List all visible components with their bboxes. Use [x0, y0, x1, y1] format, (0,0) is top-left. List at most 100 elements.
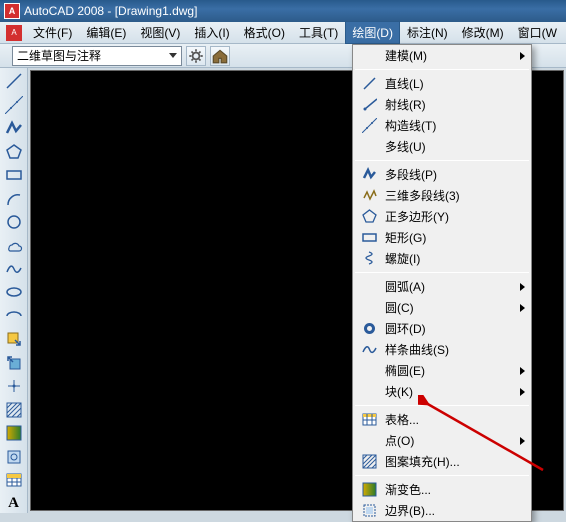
menu-item-label: 射线(R) [385, 96, 525, 113]
app-icon: A [4, 3, 20, 19]
menu-item-椭圆E[interactable]: 椭圆(E) [353, 360, 531, 381]
gear-icon[interactable] [186, 46, 206, 66]
menu-item-射线R[interactable]: 射线(R) [353, 94, 531, 115]
point-tool[interactable] [3, 377, 25, 395]
menu-item-label: 图案填充(H)... [385, 453, 525, 470]
ellipse-tool[interactable] [3, 283, 25, 301]
menu-item-点O[interactable]: 点(O) [353, 430, 531, 451]
menu-item-label: 三维多段线(3) [385, 187, 525, 204]
menu-插入I[interactable]: 插入(I) [187, 21, 236, 44]
menu-item-样条曲线S[interactable]: 样条曲线(S) [353, 339, 531, 360]
menu-item-label: 构造线(T) [385, 117, 525, 134]
menu-item-圆环D[interactable]: 圆环(D) [353, 318, 531, 339]
menu-separator [355, 475, 529, 476]
menu-item-label: 块(K) [385, 383, 520, 400]
region-tool[interactable] [3, 448, 25, 466]
menu-item-label: 边界(B)... [385, 502, 525, 519]
gradient-icon [359, 481, 379, 499]
rect-tool[interactable] [3, 166, 25, 184]
hatch-tool[interactable] [3, 401, 25, 419]
menu-item-label: 矩形(G) [385, 229, 525, 246]
menu-item-三维多段线3[interactable]: 三维多段线(3) [353, 185, 531, 206]
submenu-arrow-icon [520, 52, 525, 60]
menu-item-label: 直线(L) [385, 75, 525, 92]
circle-tool[interactable] [3, 213, 25, 231]
window-title: AutoCAD 2008 - [Drawing1.dwg] [24, 4, 197, 18]
menu-item-块K[interactable]: 块(K) [353, 381, 531, 402]
menu-separator [355, 160, 529, 161]
blank-icon [359, 278, 379, 296]
blank-icon [359, 383, 379, 401]
insert-block-tool[interactable] [3, 330, 25, 348]
menu-item-建模M[interactable]: 建模(M) [353, 45, 531, 66]
menu-item-圆C[interactable]: 圆(C) [353, 297, 531, 318]
menu-item-直线L[interactable]: 直线(L) [353, 73, 531, 94]
chevron-down-icon [169, 53, 177, 58]
line-tool[interactable] [3, 72, 25, 90]
menu-item-label: 表格... [385, 411, 525, 428]
menu-item-正多边形Y[interactable]: 正多边形(Y) [353, 206, 531, 227]
line-icon [359, 75, 379, 93]
pline-icon [359, 166, 379, 184]
blank-icon [359, 47, 379, 65]
menu-item-多线U[interactable]: 多线(U) [353, 136, 531, 157]
rect-icon [359, 229, 379, 247]
spline-tool[interactable] [3, 260, 25, 278]
boundary-icon [359, 502, 379, 520]
menu-绘图D[interactable]: 绘图(D) [345, 21, 400, 44]
menu-格式O[interactable]: 格式(O) [237, 21, 292, 44]
hatch-icon [359, 453, 379, 471]
menu-item-螺旋I[interactable]: 螺旋(I) [353, 248, 531, 269]
menu-separator [355, 405, 529, 406]
polygon-icon [359, 208, 379, 226]
menu-item-label: 椭圆(E) [385, 362, 520, 379]
submenu-arrow-icon [520, 304, 525, 312]
polygon-tool[interactable] [3, 142, 25, 160]
xline-tool[interactable] [3, 95, 25, 113]
pline-tool[interactable] [3, 119, 25, 137]
gradient-tool[interactable] [3, 424, 25, 442]
menu-separator [355, 272, 529, 273]
menu-文件F[interactable]: 文件(F) [26, 21, 79, 44]
menu-编辑E[interactable]: 编辑(E) [79, 21, 133, 44]
menubar: A 文件(F)编辑(E)视图(V)插入(I)格式(O)工具(T)绘图(D)标注(… [0, 22, 566, 44]
menu-item-label: 建模(M) [385, 47, 520, 64]
menu-item-边界B[interactable]: 边界(B)... [353, 500, 531, 521]
menu-视图V[interactable]: 视图(V) [133, 21, 187, 44]
titlebar: A AutoCAD 2008 - [Drawing1.dwg] [0, 0, 566, 22]
blank-icon [359, 362, 379, 380]
combo-value: 二维草图与注释 [17, 47, 101, 64]
donut-icon [359, 320, 379, 338]
blank-icon [359, 299, 379, 317]
menu-标注N[interactable]: 标注(N) [400, 21, 455, 44]
blank-icon [359, 432, 379, 450]
menu-修改M[interactable]: 修改(M) [455, 21, 511, 44]
menu-item-label: 螺旋(I) [385, 250, 525, 267]
make-block-tool[interactable] [3, 354, 25, 372]
menu-item-多段线P[interactable]: 多段线(P) [353, 164, 531, 185]
revcloud-tool[interactable] [3, 236, 25, 254]
menu-item-label: 点(O) [385, 432, 520, 449]
tool-palette: A [0, 68, 28, 513]
menu-窗口W[interactable]: 窗口(W [511, 21, 564, 44]
arc-tool[interactable] [3, 189, 25, 207]
spline-icon [359, 341, 379, 359]
menu-separator [355, 69, 529, 70]
table-tool[interactable] [3, 471, 25, 489]
home-icon[interactable] [210, 46, 230, 66]
menu-item-圆弧A[interactable]: 圆弧(A) [353, 276, 531, 297]
menu-item-表格[interactable]: 表格... [353, 409, 531, 430]
menu-item-构造线T[interactable]: 构造线(T) [353, 115, 531, 136]
menu-item-图案填充H[interactable]: 图案填充(H)... [353, 451, 531, 472]
menu-item-矩形G[interactable]: 矩形(G) [353, 227, 531, 248]
ray-icon [359, 96, 379, 114]
menu-item-label: 圆弧(A) [385, 278, 520, 295]
text-tool[interactable]: A [3, 494, 25, 512]
menu-item-渐变色[interactable]: 渐变色... [353, 479, 531, 500]
ellipse-arc-tool[interactable] [3, 307, 25, 325]
menu-工具T[interactable]: 工具(T) [292, 21, 345, 44]
menu-item-label: 圆环(D) [385, 320, 525, 337]
menu-item-label: 正多边形(Y) [385, 208, 525, 225]
helix-icon [359, 250, 379, 268]
workspace-combo[interactable]: 二维草图与注释 [12, 46, 182, 66]
